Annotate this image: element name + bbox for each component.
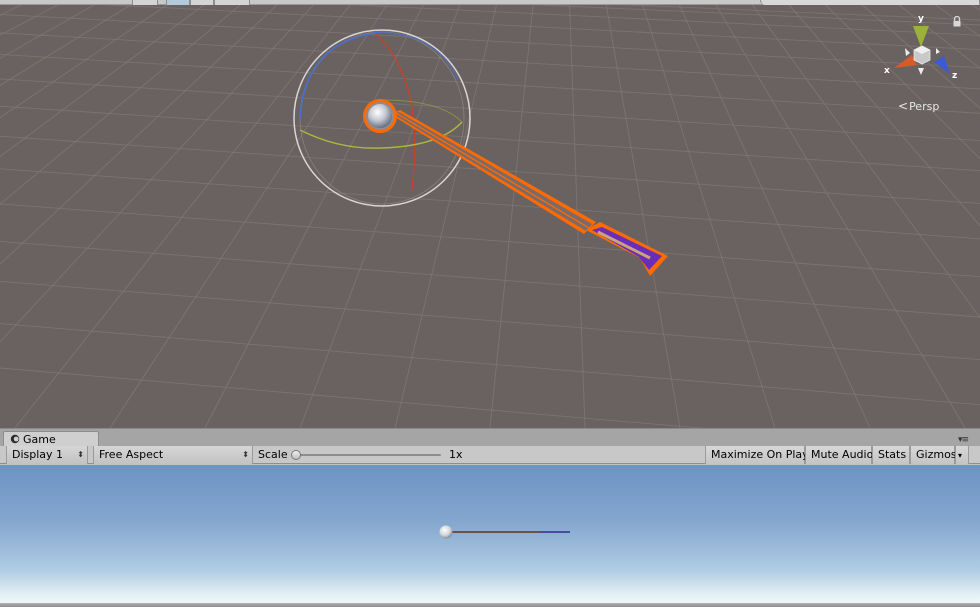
grid-line bbox=[0, 0, 560, 428]
grid-line bbox=[640, 0, 776, 428]
scale-slider-track[interactable] bbox=[296, 454, 441, 456]
grid-line bbox=[0, 240, 980, 318]
stats-button[interactable]: Stats bbox=[872, 446, 910, 464]
grid-line bbox=[676, 0, 871, 428]
grid-line bbox=[6, 0, 980, 51]
scene-toolbar-strip bbox=[0, 0, 980, 5]
dropdown-arrows-icon: ⬍ bbox=[242, 450, 249, 459]
persp-chevron-icon: < bbox=[898, 99, 909, 113]
gizmos-button[interactable]: Gizmos bbox=[910, 446, 957, 464]
grid-line bbox=[0, 367, 706, 428]
persp-toggle[interactable]: <Persp bbox=[898, 99, 939, 113]
grid-line bbox=[299, 0, 463, 428]
grid-line bbox=[0, 280, 980, 361]
chevron-down-icon: ▾ bbox=[958, 451, 963, 460]
tab-game-label: Game bbox=[23, 433, 56, 446]
game-toolbar: Display 1 ⬍ Free Aspect ⬍ Scale 1x Maxim… bbox=[0, 446, 980, 464]
grid-line bbox=[0, 0, 140, 87]
scale-label: Scale bbox=[258, 448, 288, 461]
maximize-on-play-button[interactable]: Maximize On Play bbox=[705, 446, 809, 464]
gizmo-z-cone[interactable] bbox=[934, 56, 950, 74]
gizmo-x-label: x bbox=[884, 66, 890, 76]
grid-line bbox=[394, 0, 499, 428]
scene-canvas[interactable] bbox=[0, 0, 980, 428]
scene-view[interactable]: y x z <Persp bbox=[0, 0, 980, 428]
scale-slider-thumb[interactable] bbox=[291, 450, 301, 460]
gizmo-x-cone[interactable] bbox=[894, 55, 917, 68]
grid-line bbox=[0, 78, 980, 142]
display-dropdown[interactable]: Display 1 ⬍ bbox=[6, 446, 88, 464]
grid-line bbox=[0, 0, 283, 265]
grid-line bbox=[0, 54, 980, 114]
scene-toolbar-button[interactable] bbox=[132, 0, 158, 5]
grid-line bbox=[0, 0, 212, 158]
lock-icon[interactable] bbox=[952, 16, 962, 27]
gizmo-y-label: y bbox=[918, 14, 924, 24]
grid-line bbox=[0, 0, 176, 119]
scene-toolbar-button[interactable] bbox=[166, 0, 190, 5]
scale-value: 1x bbox=[449, 448, 463, 461]
grid-line bbox=[0, 0, 104, 59]
persp-label: Persp bbox=[909, 100, 940, 113]
panel-menu-icon[interactable]: ▾≡ bbox=[958, 435, 972, 445]
grid-line bbox=[0, 203, 980, 278]
grid-line bbox=[109, 0, 391, 428]
game-view-bottom-edge bbox=[0, 603, 980, 607]
dropdown-arrows-icon: ⬍ bbox=[77, 450, 84, 459]
gizmo-z-label: z bbox=[952, 71, 957, 81]
grid-line bbox=[14, 0, 355, 428]
mute-audio-button[interactable]: Mute Audio bbox=[805, 446, 873, 464]
grid-line bbox=[0, 0, 560, 428]
grid-line bbox=[0, 0, 248, 205]
aspect-dropdown[interactable]: Free Aspect ⬍ bbox=[93, 446, 253, 464]
game-render bbox=[439, 525, 570, 539]
scene-toolbar-button[interactable] bbox=[214, 0, 250, 5]
display-dropdown-label: Display 1 bbox=[12, 448, 64, 461]
game-controller-icon bbox=[10, 434, 20, 444]
grid-line bbox=[0, 323, 980, 406]
gizmo-y-cone[interactable] bbox=[913, 26, 929, 47]
orientation-gizmo[interactable]: y x z bbox=[882, 12, 962, 82]
grid-line bbox=[0, 0, 32, 16]
grid-line bbox=[0, 0, 319, 343]
grid-line bbox=[0, 0, 68, 36]
arrow-object[interactable] bbox=[363, 99, 668, 276]
scene-grid bbox=[0, 0, 980, 428]
arrow-object-game bbox=[439, 525, 570, 539]
game-tab-bar: Game ▾≡ bbox=[0, 428, 980, 447]
scene-search-field[interactable] bbox=[760, 0, 980, 5]
aspect-dropdown-label: Free Aspect bbox=[99, 448, 164, 461]
game-view[interactable] bbox=[0, 465, 980, 607]
tab-game[interactable]: Game bbox=[3, 431, 99, 447]
gizmos-dropdown-button[interactable]: ▾ bbox=[955, 446, 969, 464]
scene-toolbar-button[interactable] bbox=[190, 0, 214, 5]
